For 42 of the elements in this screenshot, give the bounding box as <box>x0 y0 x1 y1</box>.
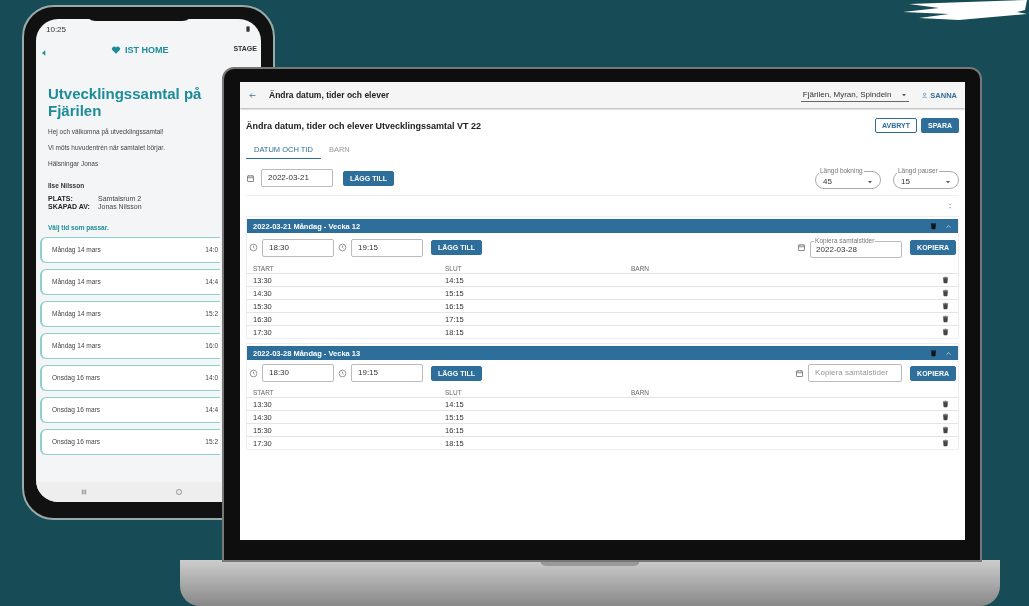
trash-icon <box>942 315 949 323</box>
recent-apps-icon <box>79 488 88 496</box>
end-time-field[interactable]: 19:15 <box>351 238 423 257</box>
trash-icon <box>942 413 949 421</box>
trash-icon <box>930 222 937 230</box>
start-time-field[interactable]: 18:30 <box>262 364 334 382</box>
trash-icon <box>942 439 949 447</box>
class-select[interactable]: Fjärilen, Myran, Spindeln <box>800 88 910 102</box>
trash-icon <box>942 400 949 408</box>
back-arrow-icon <box>248 90 257 100</box>
caret-down-icon <box>867 178 873 185</box>
calendar-icon <box>246 173 255 183</box>
chevron-up-icon <box>945 349 952 357</box>
calendar-icon <box>795 368 805 378</box>
home-icon <box>174 488 183 496</box>
event-title: Utvecklingssamtal på Fjärilen <box>48 85 203 120</box>
caret-down-icon <box>945 178 951 185</box>
date-field[interactable]: 2022-03-21 <box>261 169 333 187</box>
trash-icon <box>942 276 949 284</box>
clock-icon <box>338 243 347 252</box>
clock-icon <box>249 368 258 378</box>
chevron-up-icon <box>945 222 952 230</box>
end-time-field[interactable]: 19:15 <box>351 364 423 382</box>
trash-icon <box>930 349 937 357</box>
clock-icon <box>249 243 258 252</box>
trash-icon <box>942 328 949 336</box>
trash-icon <box>942 426 949 434</box>
app-bar-title: Ändra datum, tider och elever <box>269 90 389 100</box>
collapse-all-icon <box>947 202 953 210</box>
heart-logo-icon <box>110 45 122 55</box>
trash-icon <box>942 289 949 297</box>
page-title: Ändra datum, tider och elever Utvecklingssamtal VT 22 <box>246 120 482 131</box>
status-time: 10:25 <box>46 25 67 36</box>
back-icon <box>40 49 48 57</box>
clock-icon <box>338 368 347 378</box>
calendar-icon <box>797 243 807 252</box>
start-time-field[interactable]: 18:30 <box>262 238 334 257</box>
trash-icon <box>942 302 949 310</box>
app-logo-text: IST HOME <box>125 45 169 55</box>
battery-icon <box>245 25 251 33</box>
caret-down-icon <box>901 91 908 98</box>
user-icon <box>921 91 929 99</box>
